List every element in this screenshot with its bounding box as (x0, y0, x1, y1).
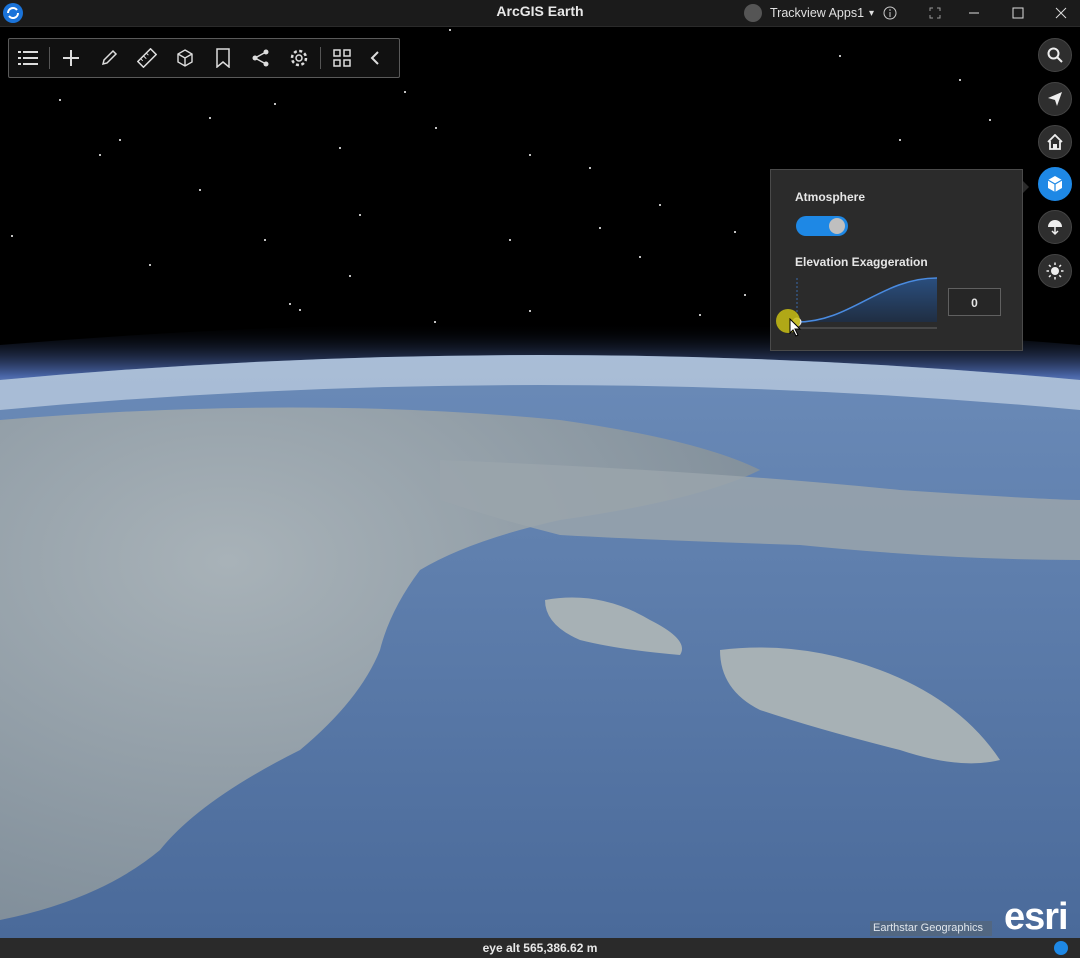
attribution-credit: Earthstar Geographics (870, 921, 992, 936)
lighting-button[interactable] (1038, 254, 1072, 288)
fullscreen-icon[interactable] (915, 0, 955, 26)
scene-settings-panel: Atmosphere Elevation Exaggeration 0 (770, 169, 1023, 351)
esri-logo: esri (1004, 896, 1069, 938)
status-bar: eye alt 565,386.62 m (0, 938, 1080, 958)
globe-scene (0, 29, 1080, 938)
bookmark-button[interactable] (204, 39, 242, 77)
measure-button[interactable] (128, 39, 166, 77)
elevation-value-input[interactable]: 0 (948, 288, 1001, 316)
navigation-arrow-icon (1048, 92, 1062, 106)
analysis-button[interactable] (166, 39, 204, 77)
search-button[interactable] (1038, 38, 1072, 72)
gear-icon (290, 49, 308, 67)
toggle-knob (829, 218, 845, 234)
map-viewport[interactable] (0, 27, 1080, 938)
close-button[interactable] (1041, 0, 1080, 26)
panel-pointer (1022, 180, 1029, 194)
info-icon[interactable] (870, 0, 910, 26)
toolbar-divider (320, 47, 321, 69)
search-icon (1047, 47, 1063, 63)
user-avatar-icon (744, 4, 762, 22)
cube-icon (1047, 176, 1063, 192)
navigate-button[interactable] (1038, 82, 1072, 116)
mouse-cursor-icon (789, 318, 802, 337)
minimize-button[interactable] (954, 0, 994, 26)
globe-status-icon (1054, 941, 1068, 955)
plus-icon (63, 50, 79, 66)
elevation-exaggeration-label: Elevation Exaggeration (795, 255, 928, 269)
scene-settings-button[interactable] (1038, 167, 1072, 201)
chevron-left-icon (370, 51, 379, 65)
list-icon (18, 51, 38, 65)
settings-button[interactable] (280, 39, 318, 77)
layers-list-button[interactable] (9, 39, 47, 77)
main-toolbar (8, 38, 400, 78)
draw-button[interactable] (90, 39, 128, 77)
share-button[interactable] (242, 39, 280, 77)
maximize-button[interactable] (998, 0, 1038, 26)
apps-grid-button[interactable] (323, 39, 361, 77)
home-button[interactable] (1038, 125, 1072, 159)
atmosphere-toggle[interactable] (796, 216, 848, 236)
bookmark-icon (216, 48, 230, 68)
share-icon (252, 49, 269, 67)
cube-search-icon (177, 49, 193, 67)
sun-icon (1046, 262, 1064, 280)
toolbar-divider (49, 47, 50, 69)
basemap-icon (1048, 220, 1062, 236)
eye-altitude-readout: eye alt 565,386.62 m (482, 941, 598, 955)
pencil-icon (101, 49, 118, 66)
user-name: Trackview Apps1 (770, 6, 865, 20)
basemap-button[interactable] (1038, 210, 1072, 244)
atmosphere-label: Atmosphere (795, 190, 866, 204)
ruler-icon (137, 48, 157, 68)
collapse-toolbar-button[interactable] (361, 39, 389, 77)
title-bar: ArcGIS Earth Trackview Apps1 ▾ (0, 0, 1080, 27)
grid-icon (333, 49, 351, 67)
home-icon (1047, 134, 1063, 150)
add-button[interactable] (52, 39, 90, 77)
elevation-curve-slider[interactable] (791, 276, 941, 336)
user-menu[interactable]: Trackview Apps1 ▾ (744, 3, 874, 23)
